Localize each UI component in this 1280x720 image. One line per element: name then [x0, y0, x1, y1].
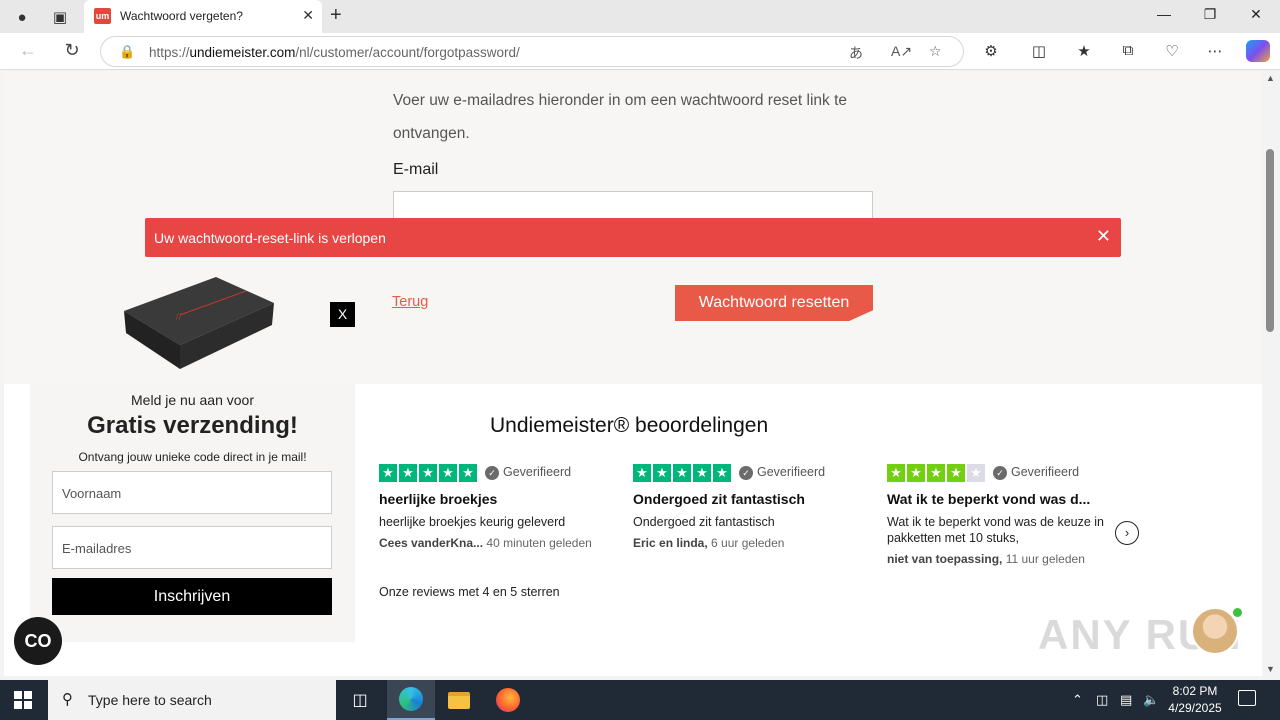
popup-headline: Gratis verzending! — [87, 412, 298, 439]
read-aloud-icon[interactable]: A↗ — [891, 43, 912, 60]
copilot-icon[interactable] — [1246, 40, 1270, 62]
review-body: heerlijke broekjes keurig geleverd — [379, 515, 566, 529]
extensions-icon[interactable]: ⚙ — [979, 42, 1003, 60]
star-icon[interactable]: ☆ — [929, 43, 942, 60]
windows-taskbar: ⚲ Type here to search ◫ ⌃ ◫ ▤ 🔈 8:02 PM … — [0, 680, 1280, 720]
collections-icon[interactable]: ⧉ — [1116, 42, 1140, 59]
first-name-field[interactable]: Voornaam — [52, 471, 332, 514]
profile-icon[interactable]: ● — [10, 5, 34, 29]
firefox-icon[interactable] — [484, 680, 532, 720]
check-icon: ✓ — [993, 466, 1007, 480]
review-card[interactable]: ★ ★ ★ ★ ★ ✓ Geverifieerd Ondergoed zit fantas… — [633, 464, 873, 550]
new-tab-icon[interactable]: + — [330, 4, 342, 27]
clock-date: 4/29/2025 — [1168, 701, 1222, 715]
review-meta: niet van toepassing, 11 uur geleden — [887, 552, 1085, 566]
chat-widget[interactable]: CO — [14, 617, 62, 665]
device-icon[interactable]: ◫ — [1096, 692, 1108, 708]
check-icon: ✓ — [485, 466, 499, 480]
address-bar[interactable]: 🔒 https://undiemeister.com/nl/customer/a… — [100, 36, 964, 67]
clock-time: 8:02 PM — [1172, 684, 1218, 698]
error-alert: Uw wachtwoord-reset-link is verlopen ✕ — [145, 218, 1121, 257]
close-tab-icon[interactable]: ✕ — [302, 7, 314, 24]
intro-text: Voer uw e-mailadres hieronder in om een … — [393, 92, 848, 142]
close-icon[interactable]: ✕ — [1096, 226, 1111, 247]
edge-taskbar-icon[interactable] — [387, 680, 435, 720]
tab-strip: ● ▣ um Wachtwoord vergeten? ✕ + — ❐ ✕ — [0, 0, 1280, 33]
system-clock[interactable]: 8:02 PM 4/29/2025 — [1166, 683, 1224, 717]
review-headline: heerlijke broekjes — [379, 491, 498, 507]
online-status-dot — [1233, 608, 1242, 617]
site-favicon: um — [94, 8, 111, 24]
svg-text://: // — [176, 312, 182, 321]
chevron-right-icon[interactable]: › — [1115, 521, 1139, 545]
review-headline: Ondergoed zit fantastisch — [633, 491, 805, 507]
network-icon[interactable]: ▤ — [1120, 692, 1132, 708]
split-screen-icon[interactable]: ◫ — [1027, 42, 1051, 60]
restore-icon[interactable]: ❐ — [1200, 6, 1220, 23]
search-icon: ⚲ — [62, 691, 73, 708]
popup-line3: Ontvang jouw unieke code direct in je ma… — [78, 450, 307, 464]
task-view-icon[interactable]: ◫ — [336, 680, 384, 720]
volume-icon[interactable]: 🔈 — [1143, 692, 1159, 708]
browser-toolbar: ← ↻ 🔒 https://undiemeister.com/nl/custom… — [0, 33, 1280, 70]
heart-pulse-icon[interactable]: ♡ — [1160, 42, 1184, 60]
email-label: E-mail — [393, 161, 439, 178]
active-tab[interactable]: um Wachtwoord vergeten? ✕ — [84, 0, 322, 33]
review-card[interactable]: ★ ★ ★ ★ ★ ✓ Geverifieerd Wat ik te beperkt vo… — [887, 464, 1111, 566]
scroll-down-icon[interactable]: ▼ — [1266, 664, 1275, 674]
page-scrollbar[interactable]: ▲ ▼ — [1262, 71, 1280, 676]
email-field-popup[interactable]: E-mailadres — [52, 526, 332, 569]
review-meta: Eric en linda, 6 uur geleden — [633, 536, 785, 550]
review-card[interactable]: ★ ★ ★ ★ ★ ✓ Geverifieerd heerlijke broekjes h… — [379, 464, 619, 550]
review-headline: Wat ik te beperkt vond was d... — [887, 491, 1091, 507]
minimize-icon[interactable]: — — [1154, 6, 1174, 22]
product-box-image: // — [124, 277, 274, 369]
subscribe-button[interactable]: Inschrijven — [52, 578, 332, 615]
url-text[interactable]: https://undiemeister.com/nl/customer/acc… — [149, 45, 520, 60]
notification-icon[interactable] — [1238, 690, 1256, 706]
back-link[interactable]: Terug — [392, 294, 428, 310]
newsletter-popup: Meld je nu aan voor Gratis verzending! O… — [30, 384, 355, 642]
scrollbar-thumb[interactable] — [1266, 149, 1274, 332]
taskbar-search[interactable]: ⚲ Type here to search — [48, 680, 336, 720]
verified-badge: ✓ Geverifieerd — [739, 465, 825, 480]
favorites-icon[interactable]: ★ — [1072, 42, 1096, 60]
tab-actions-icon[interactable]: ▣ — [48, 5, 72, 29]
review-meta: Cees vanderKna... 40 minuten geleden — [379, 536, 592, 550]
review-body: Ondergoed zit fantastisch — [633, 515, 775, 529]
reviews-footer: Onze reviews met 4 en 5 sterren — [379, 585, 560, 599]
web-page: Voer uw e-mailadres hieronder in om een … — [4, 71, 1262, 676]
check-icon: ✓ — [739, 466, 753, 480]
popup-close-button[interactable]: X — [330, 302, 355, 327]
verified-badge: ✓ Geverifieerd — [993, 465, 1079, 480]
reset-password-button[interactable]: Wachtwoord resetten — [675, 285, 873, 321]
lock-icon[interactable]: 🔒 — [119, 44, 135, 60]
popup-line1: Meld je nu aan voor — [131, 392, 254, 408]
translate-icon[interactable]: あ — [849, 43, 863, 63]
verified-badge: ✓ Geverifieerd — [485, 465, 571, 480]
reviews-title: Undiemeister® beoordelingen — [490, 414, 769, 437]
windows-start-icon[interactable] — [14, 691, 32, 709]
search-placeholder: Type here to search — [88, 692, 212, 708]
back-arrow-icon[interactable]: ← — [16, 40, 40, 61]
refresh-icon[interactable]: ↻ — [60, 40, 84, 61]
alert-message: Uw wachtwoord-reset-link is verlopen — [154, 230, 386, 246]
chevron-up-icon[interactable]: ⌃ — [1072, 692, 1083, 708]
scroll-up-icon[interactable]: ▲ — [1266, 73, 1275, 83]
review-body: Wat ik te beperkt vond was de keuze in p… — [887, 515, 1105, 545]
support-avatar[interactable] — [1191, 607, 1239, 655]
more-icon[interactable]: ⋯ — [1203, 42, 1227, 60]
file-explorer-icon[interactable] — [435, 680, 483, 720]
window-close-icon[interactable]: ✕ — [1246, 6, 1266, 23]
tab-title: Wachtwoord vergeten? — [120, 9, 243, 23]
